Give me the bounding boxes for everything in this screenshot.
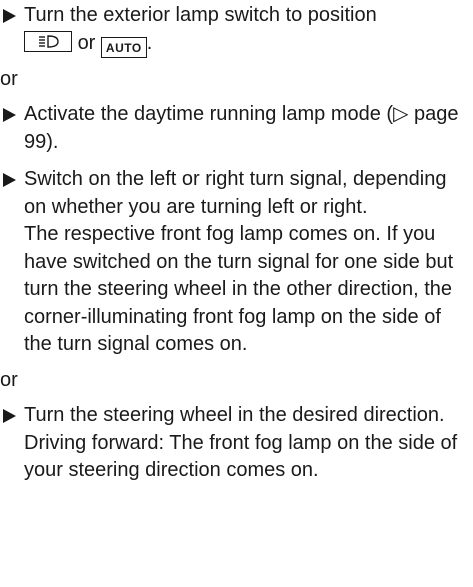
instruction-step-steering-wheel: Turn the steering wheel in the desired d… — [0, 402, 473, 485]
instruction-step-exterior-lamp: Turn the exterior lamp switch to positio… — [0, 0, 473, 58]
instruction-step-daytime-running: Activate the daytime running lamp mode (… — [0, 101, 473, 156]
step-end-punct: . — [146, 31, 153, 54]
or-separator: or — [0, 67, 18, 90]
auto-symbol-label: AUTO — [100, 36, 147, 58]
step-bullet-icon — [3, 9, 16, 23]
step-text: Activate the daytime running lamp mode (… — [24, 103, 459, 153]
manual-page: Turn the exterior lamp switch to positio… — [0, 0, 473, 485]
step-result-text: The respective front fog lamp comes on. … — [24, 223, 454, 355]
step-joiner: or — [77, 31, 96, 54]
step-result-text: Driving forward: The front fog lamp on t… — [24, 431, 458, 482]
instruction-step-turn-signal: Switch on the left or right turn signal,… — [0, 166, 473, 359]
step-text: Turn the steering wheel in the desired d… — [24, 404, 445, 426]
low-beam-headlamp-icon — [24, 30, 72, 52]
step-text: Switch on the left or right turn signal,… — [24, 168, 447, 218]
step-bullet-icon — [3, 108, 16, 122]
step-bullet-icon — [3, 173, 16, 187]
step-text: Turn the exterior lamp switch to positio… — [24, 4, 377, 26]
step-bullet-icon — [3, 409, 16, 423]
or-separator: or — [0, 368, 18, 391]
